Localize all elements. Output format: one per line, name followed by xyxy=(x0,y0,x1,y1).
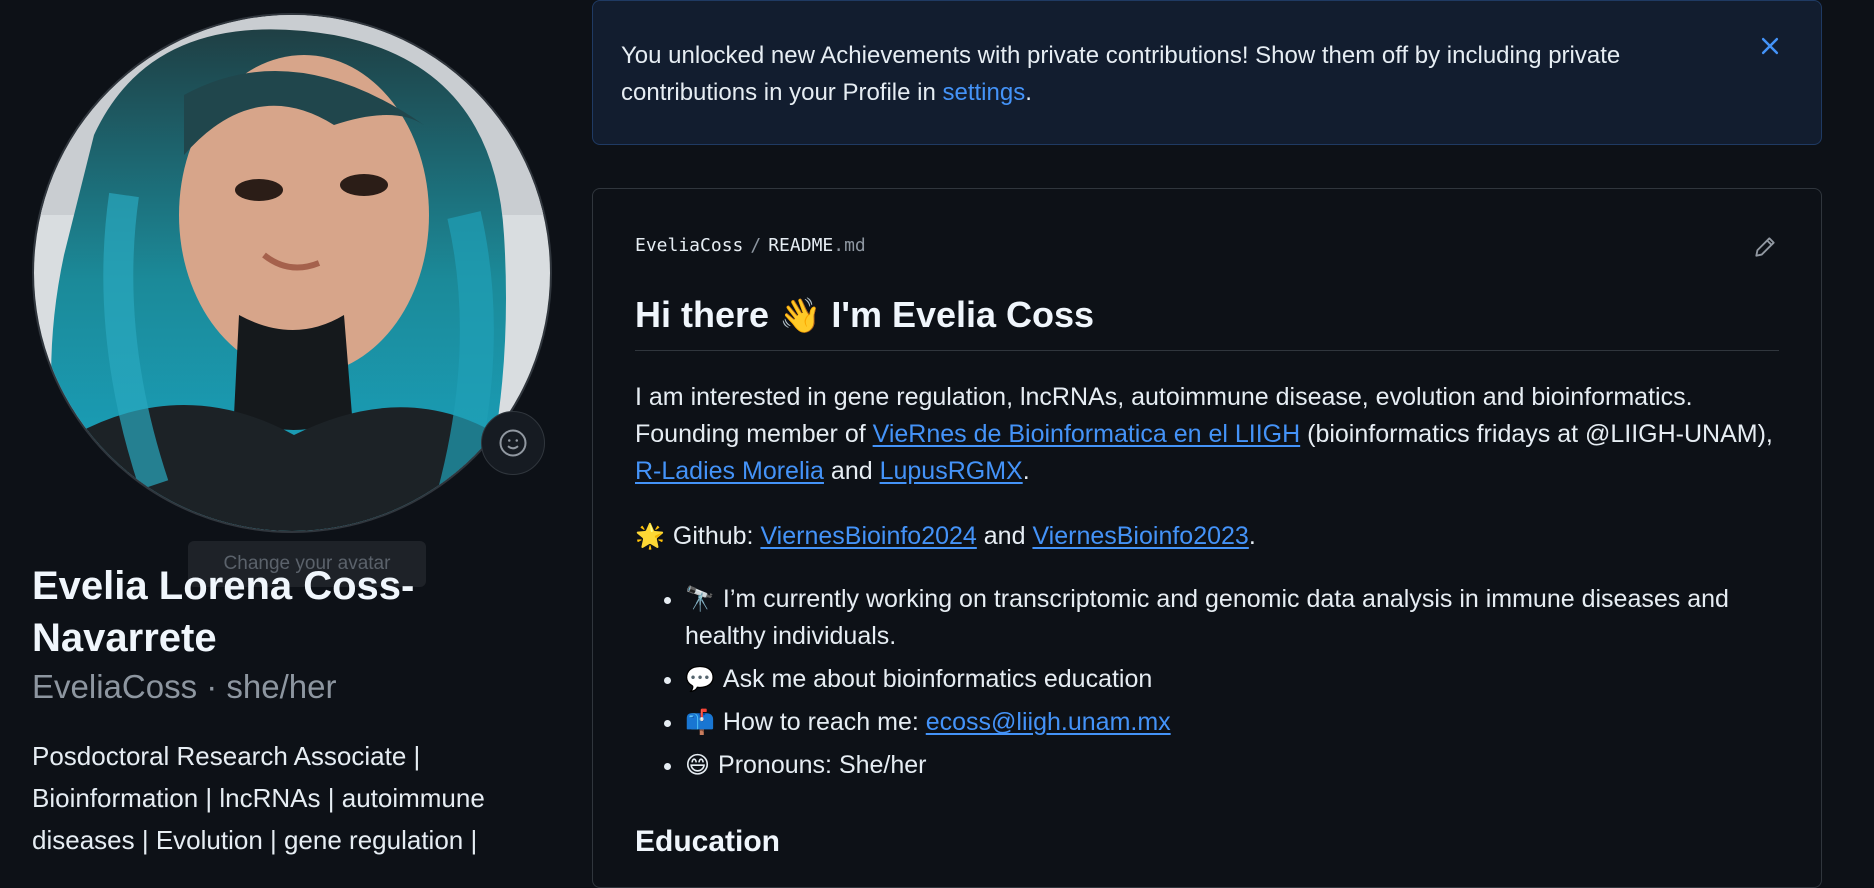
banner-text-end: . xyxy=(1025,79,1032,106)
readme-card: EveliaCoss / README.md Hi there 👋 I'm Evel… xyxy=(592,188,1822,888)
lupusrgmx-link[interactable]: LupusRGMX xyxy=(880,457,1023,485)
heading-text-end: I'm Evelia Coss xyxy=(821,294,1095,335)
list-item: 🔭I’m currently working on transcriptomic… xyxy=(685,581,1779,655)
mailbox-icon: 📫 xyxy=(685,708,715,736)
list-item: 📫How to reach me: ecoss@liigh.unam.mx xyxy=(685,704,1779,741)
education-heading: Education xyxy=(635,825,781,858)
github-text: . xyxy=(1248,522,1256,550)
set-status-button[interactable] xyxy=(481,411,545,475)
banner-text: You unlocked new Achievements with priva… xyxy=(621,42,1621,106)
star-icon: 🌟 xyxy=(635,522,665,550)
readme-file-name: README xyxy=(768,235,834,256)
profile-sidebar: Change your avatar Evelia Lorena Coss-Na… xyxy=(32,0,552,855)
readme-path: EveliaCoss / README.md xyxy=(635,235,866,256)
readme-file-ext: .md xyxy=(833,235,866,256)
telescope-icon: 🔭 xyxy=(685,585,715,613)
profile-login: EveliaCoss xyxy=(32,668,198,705)
profile-login-line: EveliaCoss · she/her xyxy=(32,664,336,710)
readme-bullet-list: 🔭I’m currently working on transcriptomic… xyxy=(635,581,1779,784)
list-item-text: I’m currently working on transcriptomic … xyxy=(685,585,1729,650)
intro-text: and xyxy=(823,457,880,485)
list-item-text: Ask me about bioinformatics education xyxy=(722,665,1153,693)
avatar-container xyxy=(32,13,552,533)
edit-readme-button[interactable] xyxy=(1749,231,1781,263)
intro-text: . xyxy=(1022,457,1030,485)
viernes2024-link[interactable]: ViernesBioinfo2024 xyxy=(760,522,976,550)
viernes2023-link[interactable]: ViernesBioinfo2023 xyxy=(1032,522,1248,550)
readme-content: Hi there 👋 I'm Evelia Coss I am interest… xyxy=(635,285,1779,862)
intro-paragraph: I am interested in gene regulation, lncR… xyxy=(635,379,1779,490)
readme-owner-link[interactable]: EveliaCoss xyxy=(635,235,743,256)
readme-heading: Hi there 👋 I'm Evelia Coss xyxy=(635,285,1779,351)
profile-pronouns: she/her xyxy=(226,668,337,705)
intro-text: (bioinformatics fridays at @LIIGH-UNAM), xyxy=(1300,420,1773,448)
email-link[interactable]: ecoss@liigh.unam.mx xyxy=(926,708,1171,736)
github-text: and xyxy=(976,522,1033,550)
list-item: 💬Ask me about bioinformatics education xyxy=(685,661,1779,698)
avatar[interactable] xyxy=(32,13,552,533)
list-item-text: Pronouns: She/her xyxy=(718,751,927,779)
path-separator: / xyxy=(750,235,762,256)
smiling-face-icon: 😄 xyxy=(685,751,711,779)
profile-bio: Posdoctoral Research Associate | Bioinfo… xyxy=(32,741,485,855)
speech-bubble-icon: 💬 xyxy=(685,665,715,693)
dismiss-banner-button[interactable] xyxy=(1755,31,1785,61)
close-icon xyxy=(1761,37,1779,55)
pencil-icon xyxy=(1755,237,1775,257)
viernes-link[interactable]: VieRnes de Bioinformatica en el LIIGH xyxy=(873,420,1301,448)
waving-hand-icon: 👋 xyxy=(779,296,822,336)
list-item: 😄Pronouns: She/her xyxy=(685,747,1779,784)
banner-message: You unlocked new Achievements with priva… xyxy=(621,37,1721,111)
profile-full-name: Evelia Lorena Coss-Navarrete xyxy=(32,564,415,660)
heading-text: Hi there xyxy=(635,294,780,335)
rladies-link[interactable]: R-Ladies Morelia xyxy=(635,457,824,485)
list-item-text: How to reach me: xyxy=(722,708,926,736)
github-text: Github: xyxy=(672,522,761,550)
readme-file-link[interactable]: README.md xyxy=(768,235,866,256)
github-paragraph: 🌟 Github: ViernesBioinfo2024 and ViernesB… xyxy=(635,518,1779,555)
pronouns-separator: · xyxy=(197,668,227,705)
achievements-banner: You unlocked new Achievements with priva… xyxy=(592,0,1822,145)
settings-link[interactable]: settings xyxy=(943,79,1026,106)
smiley-icon xyxy=(499,429,527,457)
